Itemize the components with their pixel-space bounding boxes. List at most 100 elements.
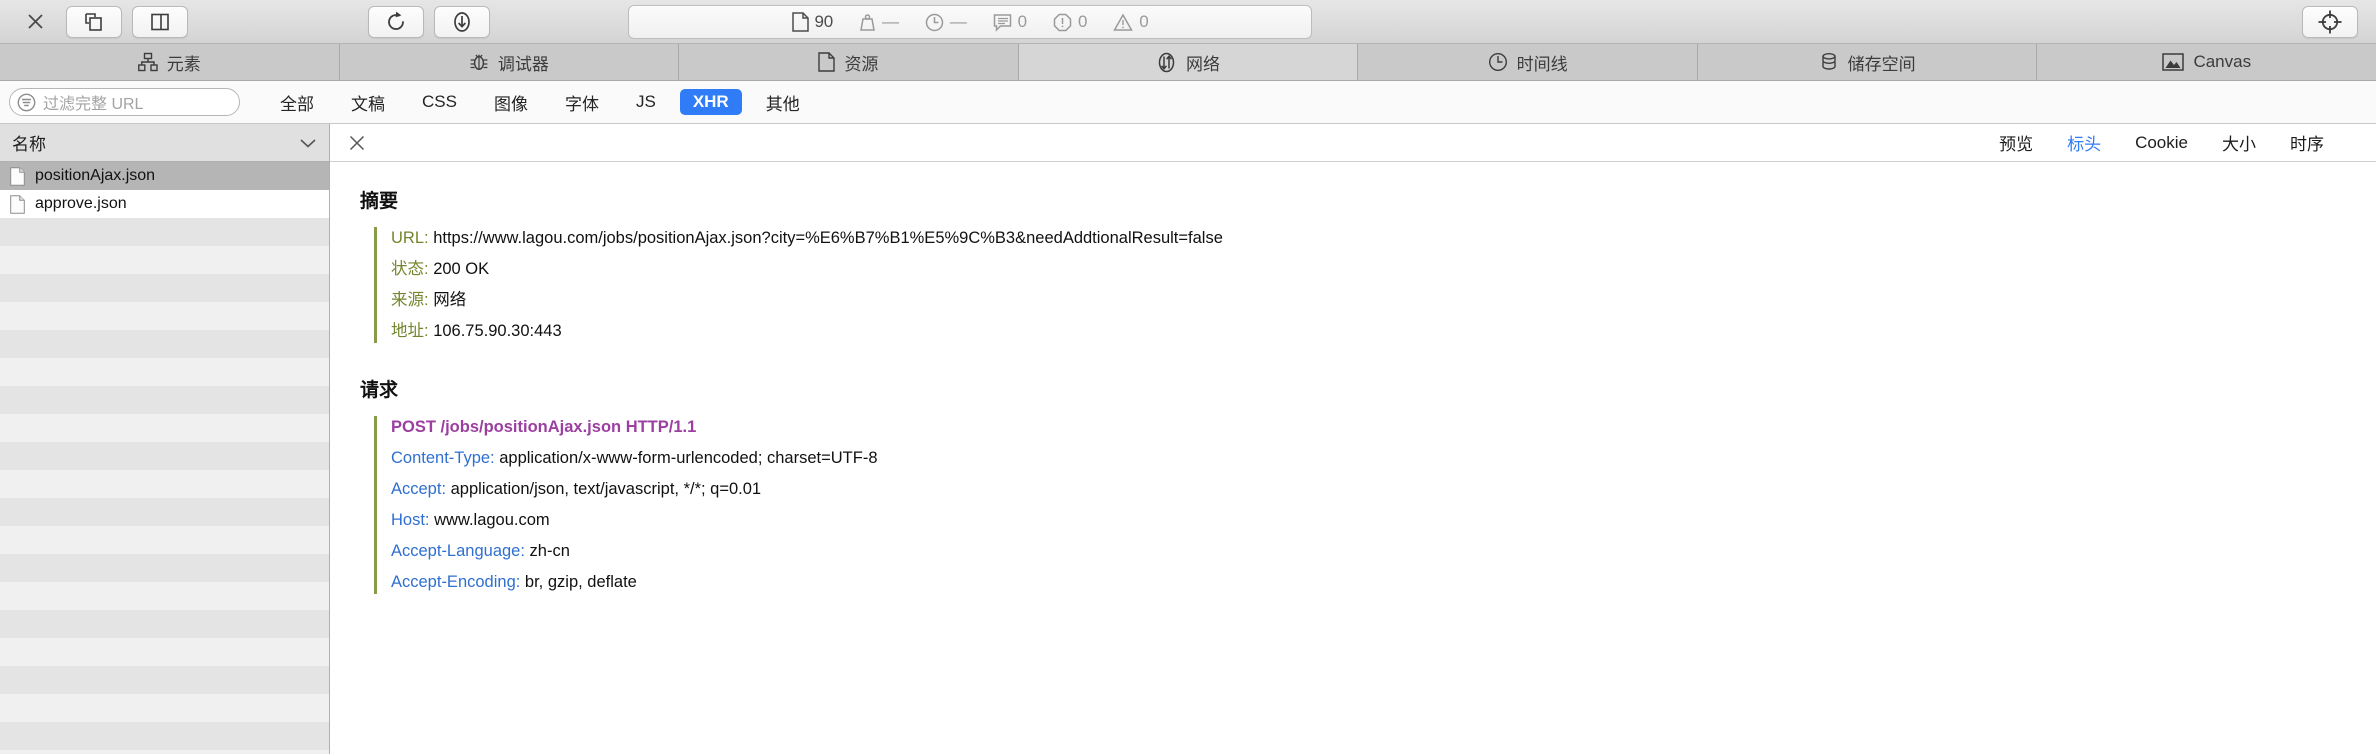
filter-chip-all[interactable]: 全部 (267, 87, 327, 118)
load-time-stat: — (925, 12, 967, 32)
close-icon (27, 14, 43, 29)
filter-chip-other[interactable]: 其他 (753, 87, 813, 118)
error-octagon-icon (1053, 13, 1072, 31)
empty-row (0, 638, 329, 666)
detail-tab-cookies[interactable]: Cookie (2135, 133, 2188, 153)
list-item-label: approve.json (35, 195, 127, 212)
crosshair-icon (2318, 10, 2342, 34)
summary-row-url: URL: https://www.lagou.com/jobs/position… (391, 227, 2376, 250)
tab-debugger[interactable]: 调试器 (339, 44, 680, 80)
tab-elements[interactable]: 元素 (0, 44, 340, 80)
detail-tab-headers[interactable]: 标头 (2067, 130, 2101, 155)
empty-row (0, 666, 329, 694)
tab-timelines[interactable]: 时间线 (1358, 44, 1698, 80)
inspector-toolbar: 90 — — 0 0 0 (0, 0, 2376, 44)
request-header-value: www.lagou.com (434, 511, 550, 529)
warning-triangle-icon (1113, 12, 1133, 31)
dock-to-window-button[interactable] (66, 5, 122, 38)
chevron-down-icon[interactable] (299, 137, 317, 149)
headers-content: 摘要 URL: https://www.lagou.com/jobs/posit… (330, 162, 2376, 754)
request-header-key: Accept: (391, 480, 447, 498)
clock-icon (925, 13, 944, 31)
detail-tab-preview[interactable]: 预览 (1999, 130, 2033, 155)
close-detail-button[interactable] (348, 134, 370, 152)
download-icon (454, 11, 470, 32)
transfer-size-stat: — (859, 12, 899, 32)
request-header-value: application/json, text/javascript, */*; … (450, 480, 762, 498)
tab-debugger-label: 调试器 (497, 54, 549, 74)
summary-value-address: 106.75.90.30:443 (433, 322, 562, 340)
document-icon (791, 12, 809, 32)
request-list-header[interactable]: 名称 (0, 124, 329, 162)
empty-row (0, 442, 329, 470)
inspector-tab-bar: 元素 调试器 资源 网络 时间线 储存空间 Canvas (0, 44, 2376, 81)
filter-chip-xhr[interactable]: XHR (679, 89, 742, 115)
weight-icon (860, 14, 875, 31)
tab-resources-label: 资源 (844, 54, 879, 74)
empty-row (0, 470, 329, 498)
tab-network[interactable]: 网络 (1018, 44, 1359, 80)
inspect-element-button[interactable] (2302, 6, 2358, 38)
list-item-label: positionAjax.json (35, 167, 156, 184)
filter-chip-font[interactable]: 字体 (552, 87, 612, 118)
summary-key-source: 来源: (391, 291, 429, 309)
request-section-title: 请求 (360, 380, 399, 401)
list-item[interactable]: approve.json (0, 190, 329, 218)
filter-chip-css[interactable]: CSS (409, 89, 470, 115)
empty-row (0, 582, 329, 610)
empty-row (0, 218, 329, 246)
network-filter-bar: 过滤完整 URL 全部 文稿 CSS 图像 字体 JS XHR 其他 (0, 81, 2376, 124)
database-icon (1821, 53, 1836, 70)
filter-chip-document[interactable]: 文稿 (338, 87, 398, 118)
summary-value-status: 200 OK (433, 260, 490, 278)
request-header-key: Accept-Language: (391, 542, 525, 560)
network-content: 名称 positionAjax.json approve.json 预览 标头 … (0, 124, 2376, 754)
download-har-button[interactable] (434, 5, 490, 38)
json-file-icon (10, 194, 25, 214)
filter-chip-image[interactable]: 图像 (481, 87, 541, 118)
resource-type-filters: 全部 文稿 CSS 图像 字体 JS XHR 其他 (267, 87, 824, 118)
empty-row (0, 302, 329, 330)
network-request-list: 名称 positionAjax.json approve.json (0, 124, 330, 754)
reload-button[interactable] (368, 5, 424, 38)
filter-url-field[interactable]: 过滤完整 URL (9, 88, 240, 116)
empty-row (0, 694, 329, 722)
empty-row (0, 330, 329, 358)
console-warnings-stat: 0 (1113, 12, 1149, 32)
inspector-status-bar[interactable]: 90 — — 0 0 0 (628, 5, 1312, 39)
summary-key-url: URL: (391, 229, 429, 247)
request-header-row: Accept-Encoding: br, gzip, deflate (391, 571, 2376, 594)
detail-tab-timing[interactable]: 时序 (2290, 130, 2324, 155)
empty-row (0, 274, 329, 302)
tab-resources[interactable]: 资源 (679, 44, 1019, 80)
summary-row-source: 来源: 网络 (391, 289, 2376, 312)
request-line: POST /jobs/positionAjax.json HTTP/1.1 (391, 416, 2376, 439)
detail-tab-bar: 预览 标头 Cookie 大小 时序 (330, 124, 2376, 162)
close-inspector-button[interactable] (18, 5, 52, 39)
console-errors-stat: 0 (1053, 12, 1087, 32)
request-header-key: Host: (391, 511, 430, 529)
clock-icon (1488, 52, 1507, 72)
request-header-value: application/x-www-form-urlencoded; chars… (499, 449, 878, 467)
close-icon (349, 135, 365, 150)
filter-lines-icon (17, 93, 36, 111)
request-headers-table: POST /jobs/positionAjax.json HTTP/1.1 Co… (374, 416, 2376, 594)
detail-tab-sizes[interactable]: 大小 (2222, 130, 2256, 155)
summary-row-address: 地址: 106.75.90.30:443 (391, 320, 2376, 343)
empty-row (0, 526, 329, 554)
summary-key-address: 地址: (391, 322, 429, 340)
split-pane-button[interactable] (132, 5, 188, 38)
resource-count-stat: 90 (791, 12, 833, 32)
tab-canvas[interactable]: Canvas (2037, 44, 2376, 80)
empty-row (0, 414, 329, 442)
load-time-value: — (949, 12, 967, 31)
request-header-row: Content-Type: application/x-www-form-url… (391, 447, 2376, 470)
list-item[interactable]: positionAjax.json (0, 162, 329, 190)
empty-row (0, 554, 329, 582)
summary-value-source: 网络 (433, 291, 467, 309)
filter-chip-js[interactable]: JS (623, 89, 669, 115)
request-header-value: zh-cn (529, 542, 570, 560)
request-list-header-label: 名称 (12, 135, 46, 154)
tab-storage[interactable]: 储存空间 (1697, 44, 2038, 80)
empty-row (0, 386, 329, 414)
